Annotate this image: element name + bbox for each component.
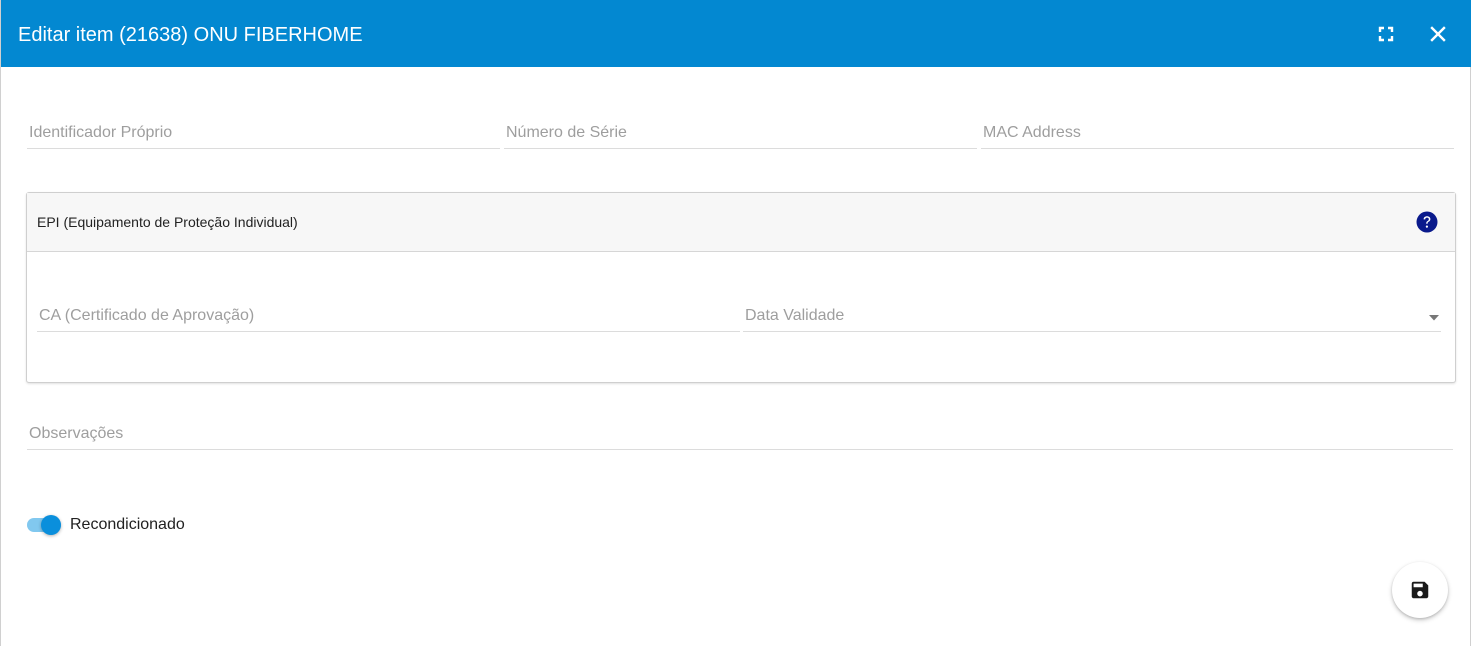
epi-panel: EPI (Equipamento de Proteção Individual)… [26,192,1456,383]
save-button[interactable] [1392,562,1448,618]
close-icon [1430,26,1446,42]
numero-serie-input[interactable] [504,116,981,148]
mac-address-input[interactable] [981,116,1458,148]
observacoes-field[interactable]: Observações [27,415,1457,450]
observacoes-input[interactable] [27,417,1457,449]
toggle-thumb [41,515,61,535]
save-icon [1411,581,1429,599]
recondicionado-toggle[interactable] [27,514,63,536]
epi-panel-header: EPI (Equipamento de Proteção Individual) [27,193,1455,252]
close-button[interactable] [1422,18,1454,50]
data-validade-placeholder: Data Validade [745,307,845,324]
fullscreen-icon [1378,26,1394,42]
recondicionado-label: Recondicionado [70,516,185,533]
dialog-toolbar: Editar item (21638) ONU FIBERHOME [1,0,1471,67]
numero-serie-field[interactable]: Número de Série [504,114,981,149]
ca-field[interactable]: CA (Certificado de Aprovação) [37,297,744,332]
identificador-proprio-field[interactable]: Identificador Próprio [27,114,504,149]
fullscreen-button[interactable] [1370,18,1402,50]
dialog-title: Editar item (21638) ONU FIBERHOME [18,24,363,46]
epi-panel-title: EPI (Equipamento de Proteção Individual) [37,214,298,230]
ca-input[interactable] [37,299,744,331]
edit-item-dialog: Editar item (21638) ONU FIBERHOME Identi… [0,0,1471,646]
mac-address-field[interactable]: MAC Address [981,114,1458,149]
data-validade-select[interactable]: Data Validade [743,297,1441,332]
dropdown-arrow-icon [1429,315,1439,321]
identificador-proprio-input[interactable] [27,116,504,148]
help-circle-icon[interactable] [1416,211,1438,233]
